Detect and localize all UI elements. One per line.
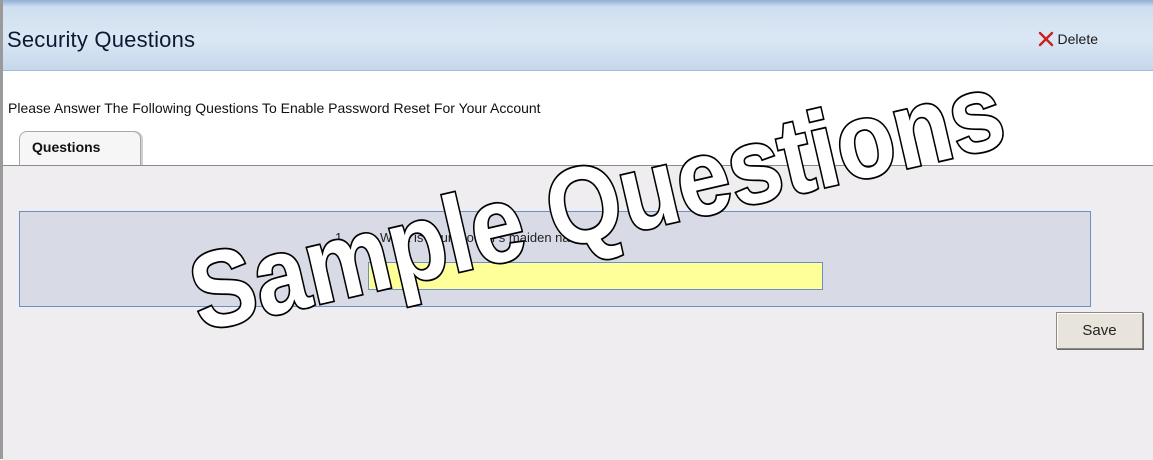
question-text: What is your mother's maiden name? — [380, 230, 595, 245]
tab-questions[interactable]: Questions — [19, 131, 141, 165]
close-icon — [1038, 31, 1054, 47]
delete-button[interactable]: Delete — [1038, 31, 1098, 47]
save-button[interactable]: Save — [1056, 312, 1143, 349]
question-number: 1. — [335, 230, 346, 245]
page-header: Security Questions Delete — [3, 0, 1153, 71]
instructions-text: Please Answer The Following Questions To… — [8, 100, 541, 116]
tab-label: Questions — [32, 139, 101, 155]
delete-label: Delete — [1057, 31, 1098, 47]
answer-input[interactable] — [368, 262, 823, 290]
page-title: Security Questions — [7, 27, 196, 52]
question-box: 1. What is your mother's maiden name? — [19, 211, 1091, 307]
tab-panel: 1. What is your mother's maiden name? Sa… — [3, 165, 1153, 460]
